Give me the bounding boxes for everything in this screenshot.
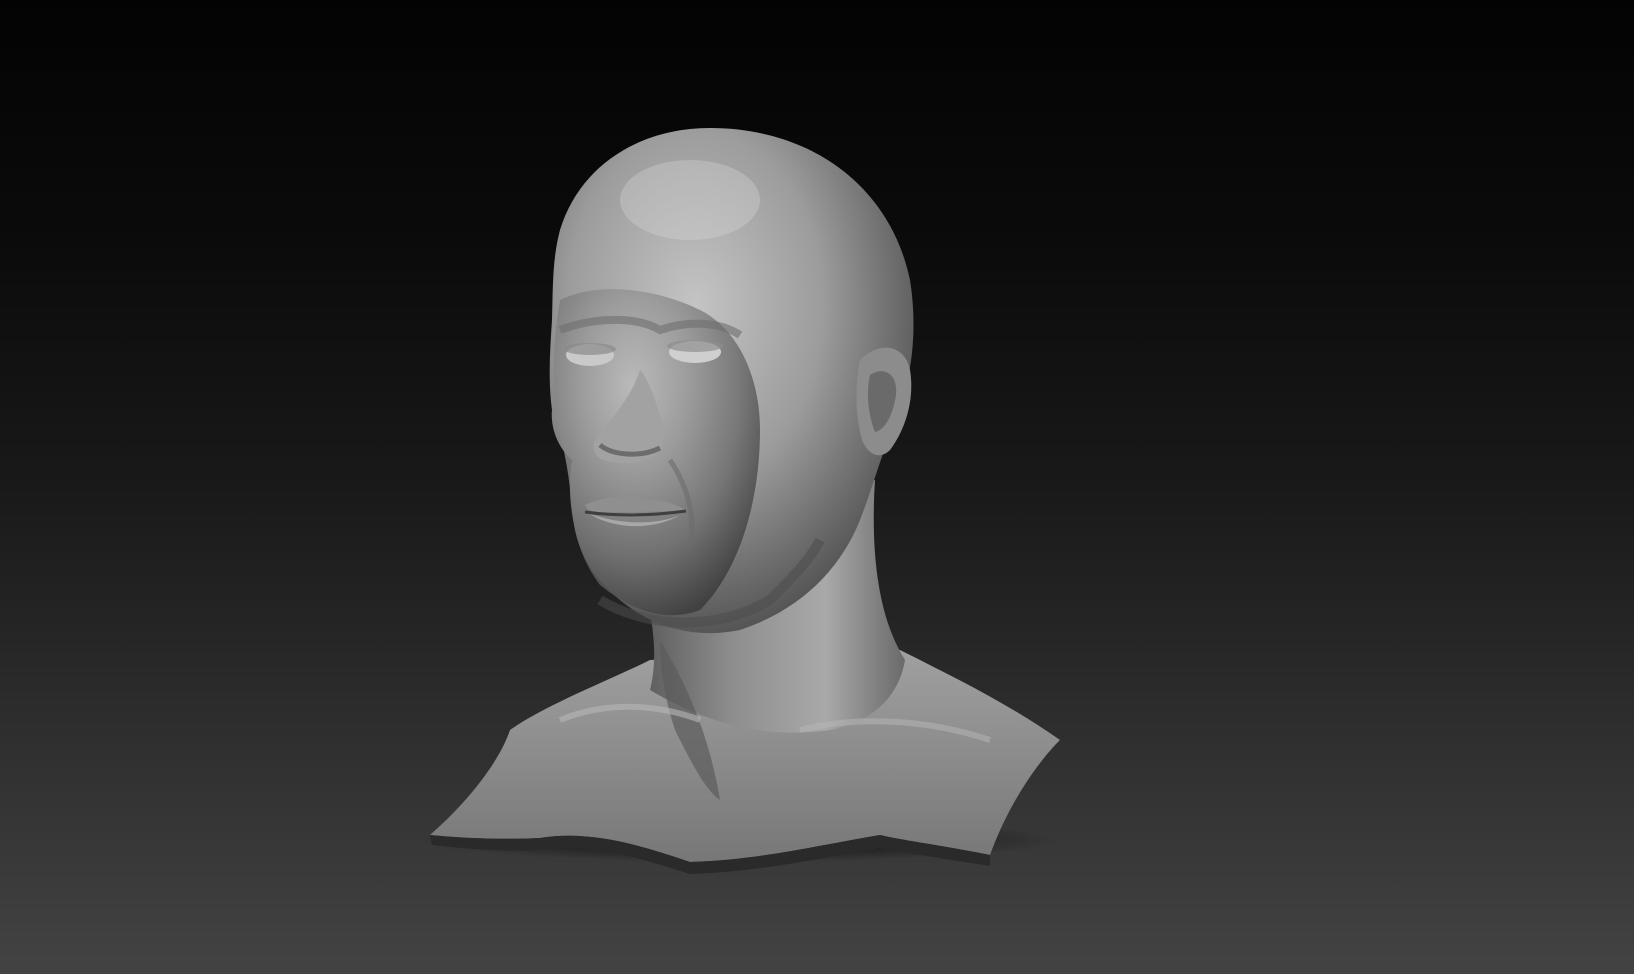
cranium-highlight [620,160,760,240]
head-bust-sculpt[interactable] [0,0,1634,974]
eye-left-lid [564,343,616,355]
eye-right-lid [667,340,723,352]
3d-viewport[interactable] [0,0,1634,974]
